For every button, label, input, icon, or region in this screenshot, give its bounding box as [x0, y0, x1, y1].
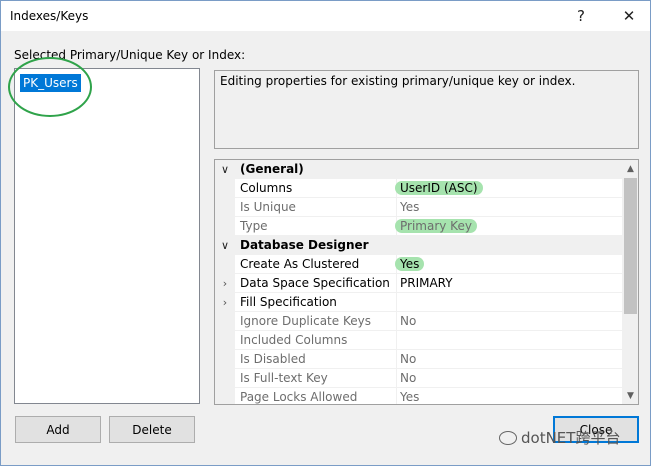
help-icon[interactable]: ?	[569, 4, 593, 28]
chevron-right-icon[interactable]: ›	[218, 294, 232, 311]
watermark: dotNET跨平台	[499, 427, 620, 448]
property-name: Data Space Specification	[240, 276, 390, 290]
property-grid[interactable]: ∨ (General) Columns UserID (ASC) Is Unique Ye…	[214, 159, 639, 405]
property-name: Fill Specification	[240, 295, 337, 309]
grid-property-row[interactable]: › Fill Specification	[215, 293, 622, 312]
property-value-cell: Yes	[400, 390, 615, 404]
property-value-cell[interactable]: PRIMARY	[400, 276, 615, 290]
property-value-cell: No	[400, 352, 615, 366]
property-value: Primary Key	[395, 219, 477, 233]
scroll-down-icon[interactable]: ▼	[622, 387, 638, 404]
chevron-down-icon[interactable]: ∨	[218, 237, 232, 254]
grid-category-row[interactable]: ∨ Database Designer	[215, 236, 622, 255]
close-icon[interactable]: ✕	[617, 4, 641, 28]
property-value: Yes	[400, 200, 420, 214]
chevron-down-icon[interactable]: ∨	[218, 161, 232, 178]
watermark-text: dotNET跨平台	[521, 429, 621, 447]
grid-property-row[interactable]: Included Columns	[215, 331, 622, 350]
key-list[interactable]: PK_Users	[14, 68, 200, 404]
property-value-cell: Primary Key	[395, 219, 615, 233]
scroll-up-icon[interactable]: ▲	[622, 160, 638, 177]
property-value: No	[400, 352, 417, 366]
grid-property-row[interactable]: Create As Clustered Yes	[215, 255, 622, 274]
property-name: Is Disabled	[240, 352, 306, 366]
scroll-thumb[interactable]	[624, 178, 637, 314]
property-value: No	[400, 314, 417, 328]
property-grid-scrollbar[interactable]: ▲ ▼	[622, 160, 638, 404]
property-value-cell: No	[400, 314, 615, 328]
grid-property-row[interactable]: Type Primary Key	[215, 217, 622, 236]
property-value: Yes	[395, 257, 425, 271]
property-value-cell[interactable]: UserID (ASC)	[395, 181, 615, 195]
property-value-cell: No	[400, 371, 615, 385]
grid-property-row[interactable]: Page Locks Allowed Yes	[215, 388, 622, 404]
chevron-right-icon[interactable]: ›	[218, 275, 232, 292]
property-name: Page Locks Allowed	[240, 390, 358, 404]
property-name: Included Columns	[240, 333, 348, 347]
grid-property-row[interactable]: Is Disabled No	[215, 350, 622, 369]
description-box: Editing properties for existing primary/…	[214, 70, 639, 149]
grid-property-row[interactable]: › Data Space Specification PRIMARY	[215, 274, 622, 293]
grid-property-row[interactable]: Columns UserID (ASC)	[215, 179, 622, 198]
grid-property-row[interactable]: Ignore Duplicate Keys No	[215, 312, 622, 331]
selected-key-label: Selected Primary/Unique Key or Index:	[14, 48, 246, 62]
title-bar: Indexes/Keys ? ✕	[1, 1, 650, 31]
key-list-item[interactable]: PK_Users	[20, 74, 81, 92]
property-name: Columns	[240, 181, 293, 195]
property-value: PRIMARY	[400, 276, 453, 290]
grid-property-row[interactable]: Is Unique Yes	[215, 198, 622, 217]
dialog-title: Indexes/Keys	[10, 9, 89, 23]
property-value: UserID (ASC)	[395, 181, 483, 195]
category-label: (General)	[240, 162, 304, 176]
property-name: Is Unique	[240, 200, 296, 214]
property-name: Is Full-text Key	[240, 371, 328, 385]
property-name: Create As Clustered	[240, 257, 360, 271]
property-value-cell[interactable]: Yes	[395, 257, 615, 271]
property-value: Yes	[400, 390, 420, 404]
add-button[interactable]: Add	[15, 416, 101, 443]
grid-category-row[interactable]: ∨ (General)	[215, 160, 622, 179]
property-value-cell: Yes	[400, 200, 615, 214]
property-name: Ignore Duplicate Keys	[240, 314, 371, 328]
indexes-keys-dialog: Indexes/Keys ? ✕ Selected Primary/Unique…	[0, 0, 651, 466]
delete-button[interactable]: Delete	[109, 416, 195, 443]
category-label: Database Designer	[240, 238, 369, 252]
property-name: Type	[240, 219, 268, 233]
property-value: No	[400, 371, 417, 385]
grid-property-row[interactable]: Is Full-text Key No	[215, 369, 622, 388]
wechat-icon	[499, 430, 517, 445]
